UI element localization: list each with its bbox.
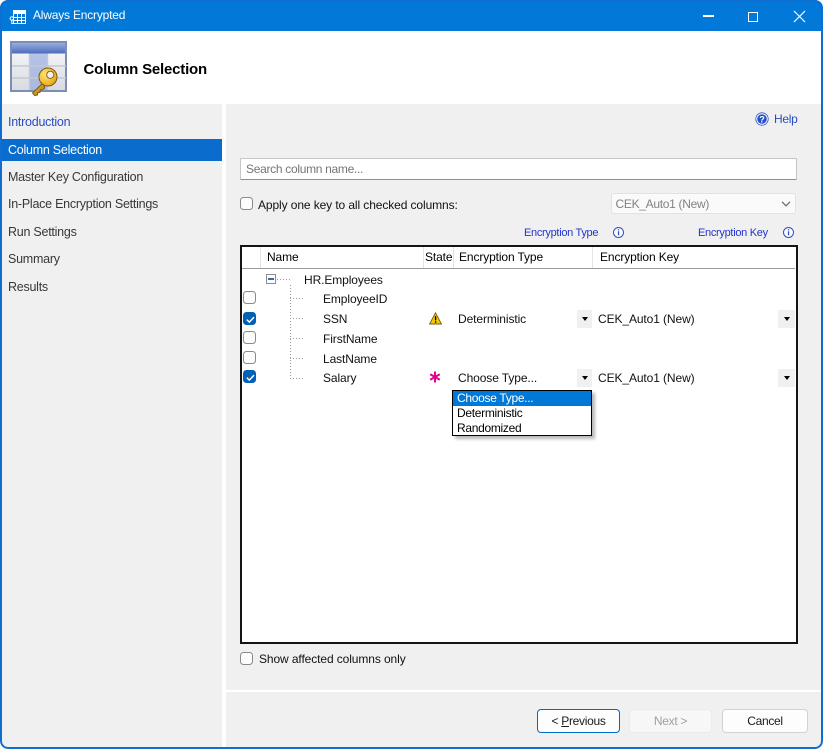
svg-text:?: ? (759, 114, 765, 124)
